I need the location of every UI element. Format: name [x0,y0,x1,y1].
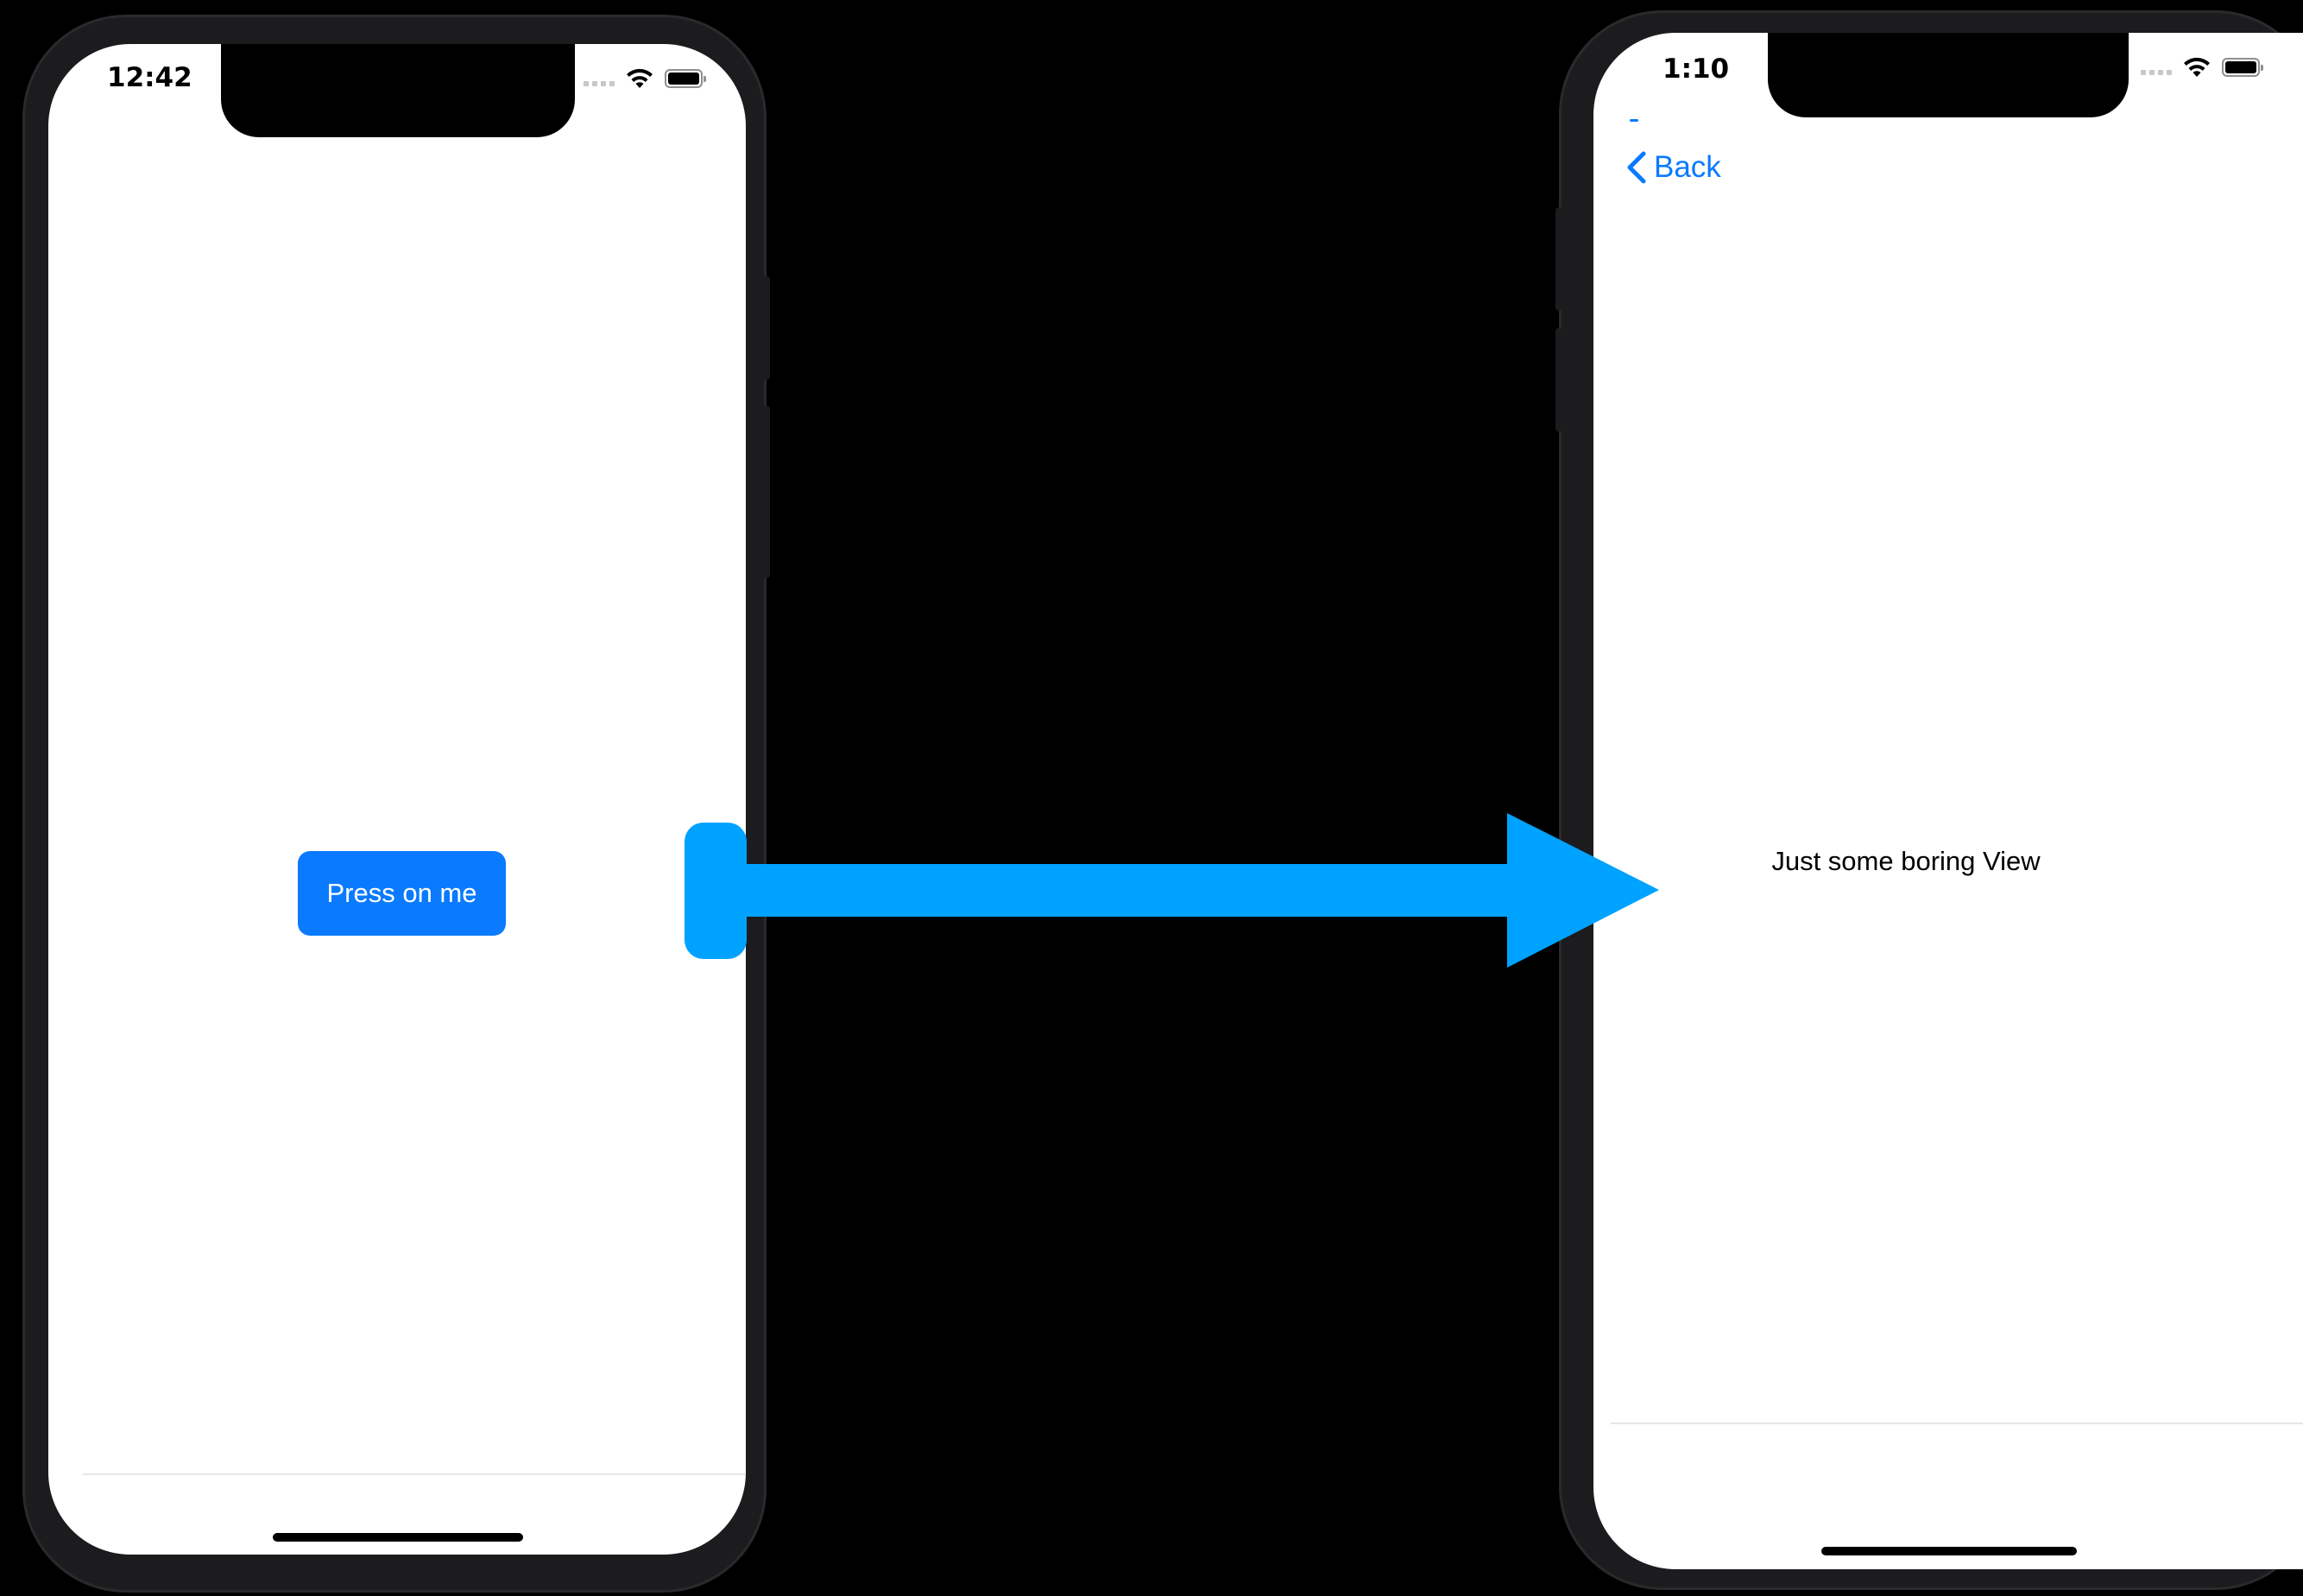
home-indicator[interactable] [273,1533,523,1542]
status-icons [2141,56,2263,79]
nav-bar-fragment [1630,119,1638,122]
right-phone-screen: 1:10 Back Just some boring View [1593,33,2303,1569]
right-phone-side-button [1555,328,1562,432]
cellular-signal-icon [584,81,615,86]
home-indicator[interactable] [1821,1547,2077,1555]
right-notch [1768,33,2129,117]
left-phone-screen: 12:42 Press on me [48,44,746,1555]
toolbar-divider [1611,1423,2303,1424]
back-label: Back [1654,150,1721,184]
battery-icon [2222,58,2263,77]
status-time: 1:10 [1663,54,1730,85]
left-phone-side-button [763,406,770,578]
wifi-icon [627,68,653,88]
wifi-icon [2184,57,2210,77]
status-icons [584,67,706,90]
comparison-stage: 12:42 Press on me 1:10 Back Just some bo… [0,0,2303,1596]
cellular-signal-icon [2141,70,2172,75]
back-button[interactable]: Back [1625,150,1721,185]
toolbar-divider [83,1473,746,1475]
battery-icon [665,69,706,88]
left-phone-side-button [763,276,770,380]
right-phone-side-button [1555,207,1562,311]
arrow-shaft [725,864,1511,917]
left-notch [221,44,575,137]
chevron-left-icon [1627,151,1646,184]
status-time: 12:42 [107,62,192,93]
press-on-me-button[interactable]: Press on me [298,851,506,936]
body-text: Just some boring View [1771,846,2041,876]
